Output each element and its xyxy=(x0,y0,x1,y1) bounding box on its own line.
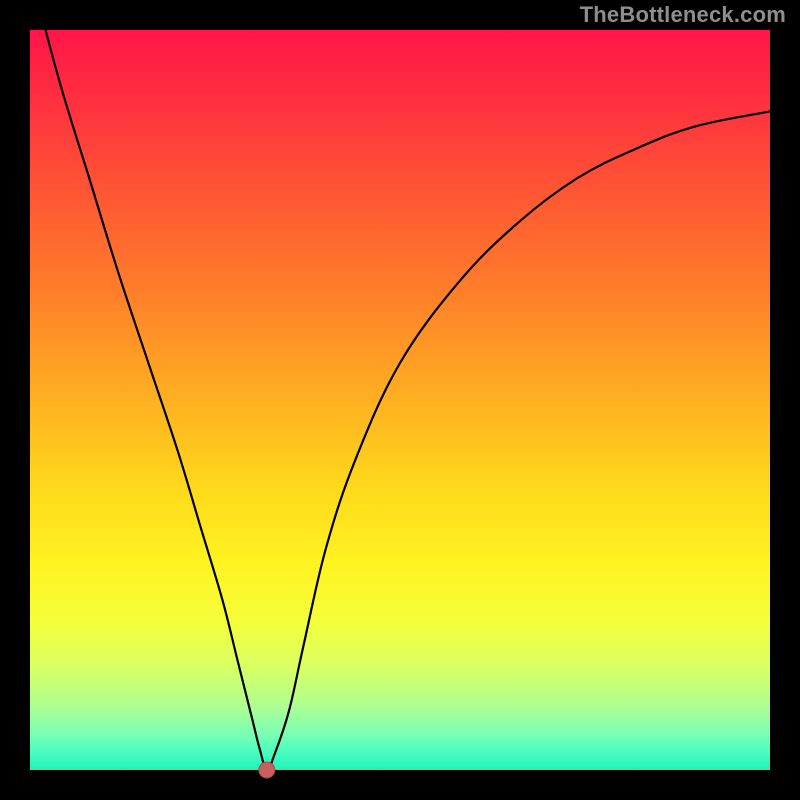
plot-background xyxy=(30,30,770,770)
bottleneck-chart xyxy=(0,0,800,800)
chart-frame: { "watermark": "TheBottleneck.com", "col… xyxy=(0,0,800,800)
optimal-point-marker xyxy=(259,762,275,778)
